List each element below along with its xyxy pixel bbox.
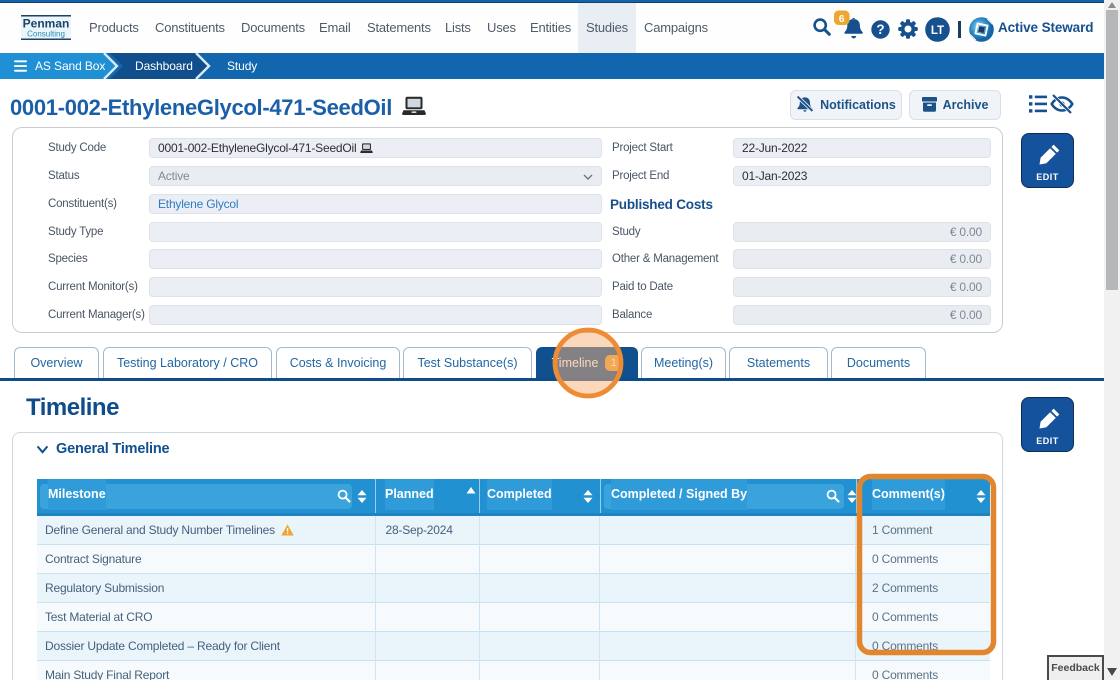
svg-text:?: ?	[876, 22, 884, 37]
svg-text:6: 6	[839, 13, 845, 25]
svg-text:Penman: Penman	[23, 17, 70, 31]
svg-text:Consulting: Consulting	[27, 30, 65, 39]
svg-text:LT: LT	[931, 25, 944, 37]
